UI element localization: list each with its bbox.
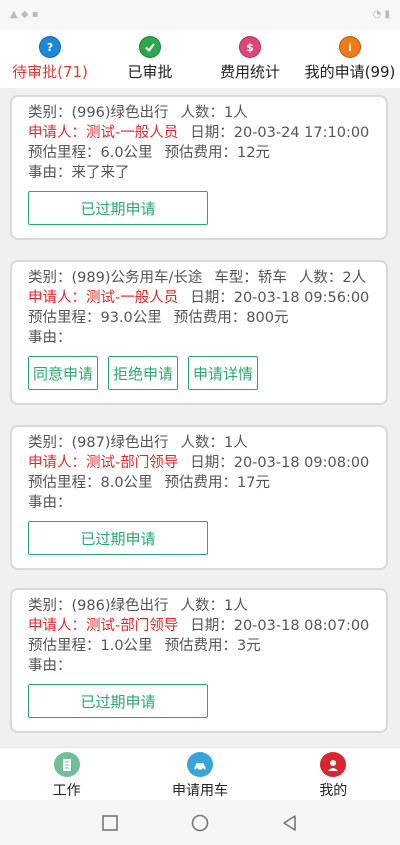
reject-button[interactable]: 拒绝申请: [108, 356, 178, 390]
application-card: 类别：(987)绿色出行 人数：1人 申请人：测试-部门领导 日期：20-03-18…: [10, 425, 388, 570]
card-category-row: 类别：(989)公务用车/长途 车型：轿车 人数：2人: [28, 268, 370, 288]
details-button[interactable]: 申请详情: [188, 356, 258, 390]
nav-request-car[interactable]: 申请用车: [133, 748, 266, 800]
card-people: 人数：1人: [180, 598, 248, 614]
card-applicant-row: 申请人：测试-一般人员 日期：20-03-24 17:10:00: [28, 123, 370, 143]
tab-my-applications[interactable]: i 我的申请(99): [300, 30, 400, 88]
info-icon: i: [339, 36, 361, 58]
nav-mine[interactable]: 我的: [267, 748, 400, 800]
tab-cost-stats[interactable]: $ 费用统计: [200, 30, 300, 88]
card-people: 人数：2人: [298, 270, 367, 286]
svg-text:?: ?: [47, 41, 53, 54]
tab-pending[interactable]: ? 待审批(71): [0, 30, 100, 88]
nav-work[interactable]: 工作: [0, 748, 133, 800]
tab-label: 我的申请(99): [304, 63, 396, 81]
nav-label: 我的: [319, 783, 348, 799]
card-applicant-row: 申请人：测试-部门领导 日期：20-03-18 08:07:00: [28, 616, 370, 636]
nav-label: 工作: [52, 783, 81, 799]
card-applicant: 申请人：测试-一般人员: [28, 290, 179, 306]
expired-application-button[interactable]: 已过期申请: [28, 684, 208, 718]
card-people: 人数：1人: [180, 105, 248, 121]
tab-label: 待审批(71): [12, 63, 88, 81]
card-actions: 已过期申请: [28, 684, 370, 718]
tab-approved[interactable]: 已审批: [100, 30, 200, 88]
document-icon: [53, 752, 80, 777]
card-estimate-row: 预估里程：6.0公里 预估费用：12元: [28, 143, 370, 163]
system-nav: [0, 800, 400, 845]
card-mileage: 预估里程：93.0公里: [28, 310, 162, 326]
card-date: 日期：20-03-18 09:56:00: [190, 290, 370, 306]
car-icon: [186, 752, 213, 777]
card-car-type: 车型：轿车: [214, 270, 287, 286]
status-icons-left: ▲ ◆ ▪: [10, 9, 39, 20]
card-category: 类别：(996)绿色出行: [28, 105, 169, 121]
card-reason: 事由：: [28, 658, 72, 674]
card-applicant-row: 申请人：测试-一般人员 日期：20-03-18 09:56:00: [28, 288, 370, 308]
bottom-nav: 工作 申请用车 我的: [0, 747, 400, 800]
status-icons-right: ◔ ▮: [372, 9, 390, 20]
user-icon: [320, 752, 347, 777]
card-estimate-row: 预估里程：1.0公里 预估费用：3元: [28, 636, 370, 656]
application-card: 类别：(986)绿色出行 人数：1人 申请人：测试-部门领导 日期：20-03-18…: [10, 588, 388, 733]
card-mileage: 预估里程：1.0公里: [28, 638, 153, 654]
card-category: 类别：(989)公务用车/长途: [28, 270, 203, 286]
back-icon[interactable]: [280, 813, 300, 833]
top-tabs: ? 待审批(71) 已审批 $ 费用统计 i 我的申请(99): [0, 30, 400, 88]
card-reason: 事由：: [28, 330, 72, 346]
application-card: 类别：(996)绿色出行 人数：1人 申请人：测试-一般人员 日期：20-03-24…: [10, 95, 388, 240]
expired-application-button[interactable]: 已过期申请: [28, 191, 208, 225]
approve-button[interactable]: 同意申请: [28, 356, 98, 390]
card-applicant: 申请人：测试-部门领导: [28, 618, 179, 634]
card-date: 日期：20-03-18 08:07:00: [190, 618, 370, 634]
recents-icon[interactable]: [100, 813, 120, 833]
nav-label: 申请用车: [171, 783, 228, 799]
card-category-row: 类别：(987)绿色出行 人数：1人: [28, 433, 370, 453]
dollar-icon: $: [239, 36, 261, 58]
card-category: 类别：(987)绿色出行: [28, 435, 169, 451]
card-reason: 事由：: [28, 495, 72, 511]
tab-label: 已审批: [127, 63, 173, 81]
card-cost: 预估费用：3元: [164, 638, 261, 654]
svg-text:$: $: [246, 41, 254, 54]
card-cost: 预估费用：17元: [164, 475, 271, 491]
expired-application-button[interactable]: 已过期申请: [28, 521, 208, 555]
tab-label: 费用统计: [219, 63, 280, 81]
svg-text:i: i: [348, 41, 352, 54]
card-applicant-row: 申请人：测试-部门领导 日期：20-03-18 09:08:00: [28, 453, 370, 473]
card-category-row: 类别：(996)绿色出行 人数：1人: [28, 103, 370, 123]
home-icon[interactable]: [190, 813, 210, 833]
card-applicant: 申请人：测试-一般人员: [28, 125, 179, 141]
card-category-row: 类别：(986)绿色出行 人数：1人: [28, 596, 370, 616]
card-cost: 预估费用：12元: [164, 145, 271, 161]
card-actions: 同意申请 拒绝申请 申请详情: [28, 356, 370, 390]
card-estimate-row: 预估里程：8.0公里 预估费用：17元: [28, 473, 370, 493]
card-category: 类别：(986)绿色出行: [28, 598, 169, 614]
application-card: 类别：(989)公务用车/长途 车型：轿车 人数：2人 申请人：测试-一般人员 日期：…: [10, 260, 388, 405]
card-applicant: 申请人：测试-部门领导: [28, 455, 179, 471]
card-date: 日期：20-03-18 09:08:00: [190, 455, 370, 471]
card-date: 日期：20-03-24 17:10:00: [190, 125, 370, 141]
card-cost: 预估费用：800元: [173, 310, 289, 326]
status-bar: ▲ ◆ ▪ ◔ ▮: [0, 0, 400, 30]
card-mileage: 预估里程：6.0公里: [28, 145, 153, 161]
card-people: 人数：1人: [180, 435, 248, 451]
card-reason: 事由：来了来了: [28, 165, 130, 181]
card-actions: 已过期申请: [28, 191, 370, 225]
card-estimate-row: 预估里程：93.0公里 预估费用：800元: [28, 308, 370, 328]
card-actions: 已过期申请: [28, 521, 370, 555]
card-mileage: 预估里程：8.0公里: [28, 475, 153, 491]
question-icon: ?: [39, 36, 61, 58]
check-icon: [139, 36, 161, 58]
